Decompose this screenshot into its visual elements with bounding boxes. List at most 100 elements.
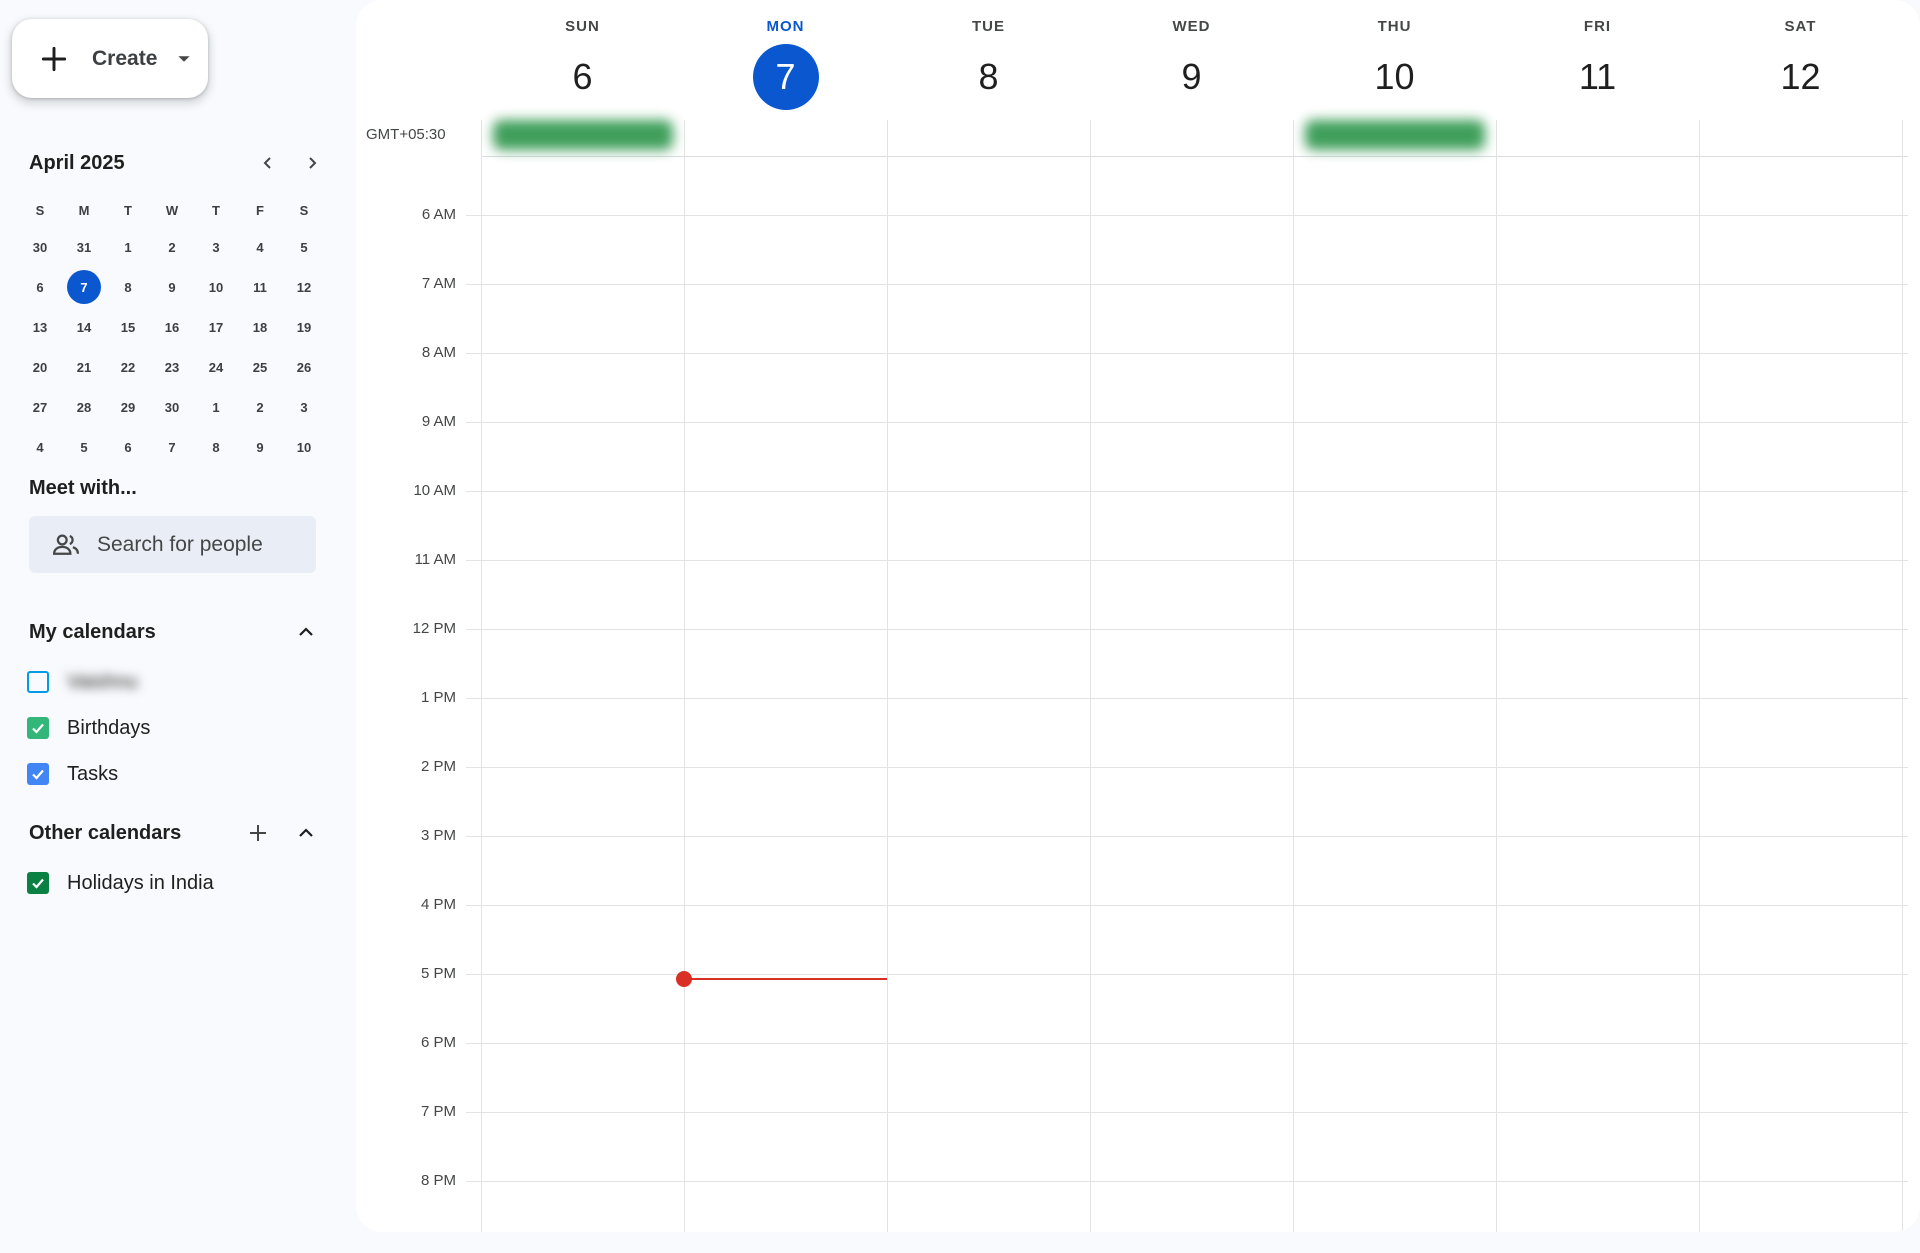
day-name: WED xyxy=(1172,18,1211,35)
day-column-header: FRI 11 xyxy=(1496,0,1699,110)
mini-calendar-day[interactable]: 6 xyxy=(106,427,150,467)
all-day-event[interactable] xyxy=(1305,120,1485,150)
calendar-item[interactable]: Vaishnu xyxy=(27,662,138,702)
mini-calendar-day[interactable]: 12 xyxy=(282,267,326,307)
next-month-button[interactable] xyxy=(300,151,324,175)
checkbox-checked[interactable] xyxy=(27,872,49,894)
hour-label: 6 AM xyxy=(421,206,456,223)
mini-calendar-day[interactable]: 6 xyxy=(18,267,62,307)
my-calendars-header[interactable]: My calendars xyxy=(29,612,319,652)
day-column-divider xyxy=(1496,120,1497,1232)
mini-calendar-day[interactable]: 11 xyxy=(238,267,282,307)
create-button[interactable]: Create xyxy=(12,19,208,98)
day-column-divider xyxy=(481,120,482,1232)
day-column-header: TUE 8 xyxy=(887,0,1090,110)
mini-calendar-day[interactable]: 9 xyxy=(238,427,282,467)
mini-calendar-day[interactable]: 15 xyxy=(106,307,150,347)
mini-calendar-day[interactable]: 3 xyxy=(194,227,238,267)
hour-label: 7 PM xyxy=(420,1103,456,1120)
hour-gridline xyxy=(466,836,1908,837)
hour-gridline xyxy=(466,767,1908,768)
mini-calendar-day[interactable]: 1 xyxy=(106,227,150,267)
hour-label: 8 PM xyxy=(420,1172,456,1189)
week-view: GMT+05:30 SUN 6 MON 7 TUE 8 WED 9 THU 10 FRI 11 SAT 1… xyxy=(356,0,1920,1232)
other-calendars-header[interactable]: Other calendars xyxy=(29,813,319,853)
day-name: SUN xyxy=(565,18,600,35)
weekday-header: M xyxy=(78,202,90,218)
hour-label: 1 PM xyxy=(420,689,456,706)
checkbox-checked[interactable] xyxy=(27,717,49,739)
today-date-button[interactable]: 7 xyxy=(752,44,819,110)
collapse-my-calendars-button[interactable] xyxy=(293,619,319,645)
mini-calendar-day[interactable]: 14 xyxy=(62,307,106,347)
calendar-item[interactable]: Birthdays xyxy=(27,708,150,748)
search-people-placeholder: Search for people xyxy=(97,532,263,556)
collapse-other-calendars-button[interactable] xyxy=(293,820,319,846)
calendar-item[interactable]: Holidays in India xyxy=(27,863,214,903)
hour-label: 7 AM xyxy=(421,275,456,292)
calendar-name: Vaishnu xyxy=(67,670,138,693)
mini-calendar-day[interactable]: 1 xyxy=(194,387,238,427)
mini-calendar-day[interactable]: 16 xyxy=(150,307,194,347)
mini-calendar-day[interactable]: 4 xyxy=(238,227,282,267)
weekday-header: F xyxy=(256,202,264,218)
mini-calendar-day[interactable]: 28 xyxy=(62,387,106,427)
day-date-button[interactable]: 8 xyxy=(956,44,1022,110)
day-date-button[interactable]: 10 xyxy=(1362,44,1428,110)
all-day-event[interactable] xyxy=(493,120,673,150)
mini-calendar-day[interactable]: 4 xyxy=(18,427,62,467)
day-date-button[interactable]: 11 xyxy=(1565,44,1631,110)
mini-calendar-day[interactable]: 27 xyxy=(18,387,62,427)
mini-calendar-day[interactable]: 9 xyxy=(150,267,194,307)
plus-icon xyxy=(250,825,266,841)
mini-calendar-day[interactable]: 19 xyxy=(282,307,326,347)
mini-calendar-day[interactable]: 3 xyxy=(282,387,326,427)
mini-calendar-day[interactable]: 5 xyxy=(62,427,106,467)
mini-calendar-day[interactable]: 2 xyxy=(150,227,194,267)
mini-calendar-day[interactable]: 17 xyxy=(194,307,238,347)
day-name: FRI xyxy=(1583,18,1612,35)
add-other-calendar-button[interactable] xyxy=(245,820,271,846)
mini-calendar-day[interactable]: 5 xyxy=(282,227,326,267)
mini-calendar-day[interactable]: 7 xyxy=(150,427,194,467)
checkbox-checked[interactable] xyxy=(27,763,49,785)
calendar-item[interactable]: Tasks xyxy=(27,754,118,794)
check-icon xyxy=(32,723,44,734)
day-date-button[interactable]: 12 xyxy=(1768,44,1834,110)
weekday-header: S xyxy=(299,202,309,218)
caret-down-icon xyxy=(178,55,190,62)
calendar-name: Tasks xyxy=(67,762,119,785)
mini-calendar-day[interactable]: 31 xyxy=(62,227,106,267)
mini-calendar-day[interactable]: 30 xyxy=(18,227,62,267)
mini-calendar-day[interactable]: 30 xyxy=(150,387,194,427)
mini-calendar-day[interactable]: 21 xyxy=(62,347,106,387)
hour-label: 5 PM xyxy=(420,965,456,982)
checkbox-unchecked[interactable] xyxy=(27,671,49,693)
my-calendars-title: My calendars xyxy=(29,620,156,643)
mini-calendar-today[interactable]: 7 xyxy=(62,267,106,307)
mini-calendar-day[interactable]: 10 xyxy=(194,267,238,307)
day-column-header: SAT 12 xyxy=(1699,0,1902,110)
hour-label: 10 AM xyxy=(413,482,456,499)
day-date-button[interactable]: 6 xyxy=(550,44,616,110)
hour-label: 9 AM xyxy=(421,413,456,430)
mini-calendar-day[interactable]: 8 xyxy=(106,267,150,307)
mini-calendar-day[interactable]: 2 xyxy=(238,387,282,427)
mini-calendar-day[interactable]: 23 xyxy=(150,347,194,387)
mini-calendar-day[interactable]: 8 xyxy=(194,427,238,467)
create-button-label: Create xyxy=(92,46,158,70)
mini-calendar-day[interactable]: 24 xyxy=(194,347,238,387)
mini-calendar-day[interactable]: 13 xyxy=(18,307,62,347)
mini-calendar-day[interactable]: 25 xyxy=(238,347,282,387)
day-date-button[interactable]: 9 xyxy=(1159,44,1225,110)
mini-calendar-day[interactable]: 22 xyxy=(106,347,150,387)
weekday-header: W xyxy=(165,202,179,218)
mini-calendar-day[interactable]: 20 xyxy=(18,347,62,387)
mini-calendar-day[interactable]: 18 xyxy=(238,307,282,347)
mini-calendar-day[interactable]: 26 xyxy=(282,347,326,387)
mini-calendar-day[interactable]: 10 xyxy=(282,427,326,467)
search-people-input[interactable]: Search for people xyxy=(29,516,316,573)
previous-month-button[interactable] xyxy=(256,151,280,175)
mini-calendar-day[interactable]: 29 xyxy=(106,387,150,427)
day-column-header: MON 7 xyxy=(684,0,887,110)
